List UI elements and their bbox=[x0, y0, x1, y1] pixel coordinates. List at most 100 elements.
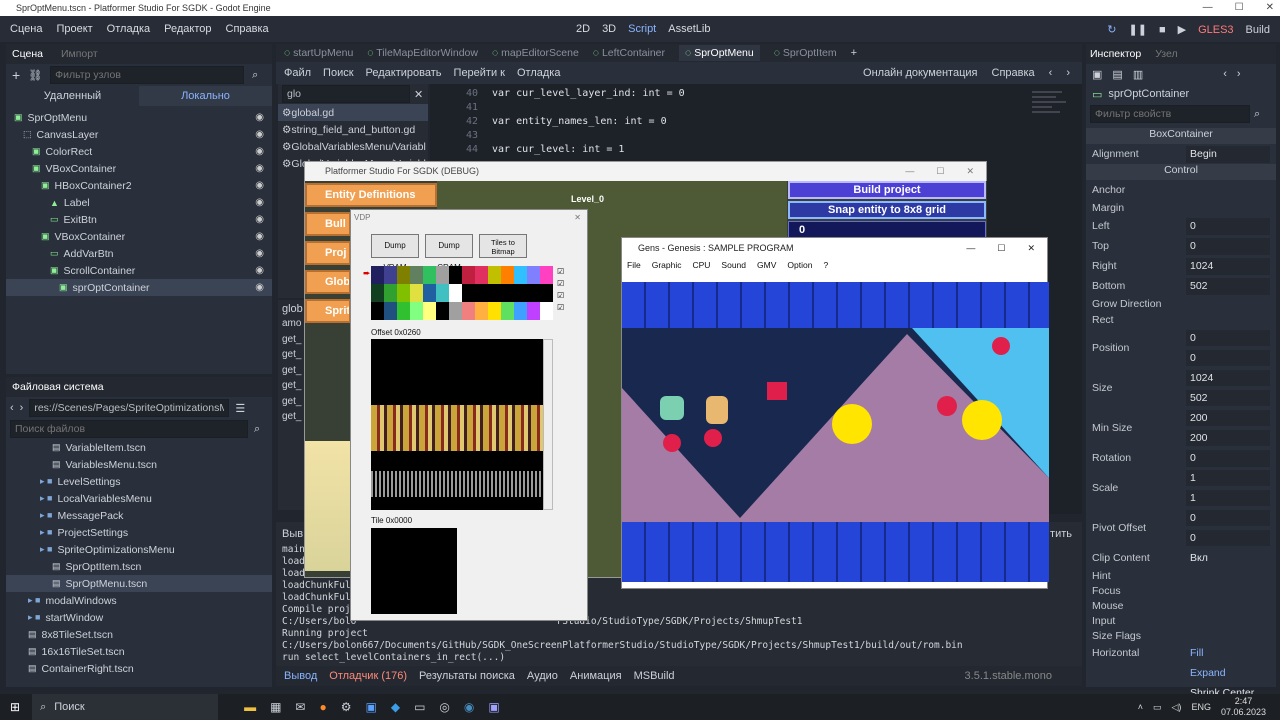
snap-grid-button[interactable]: Snap entity to 8x8 grid bbox=[788, 201, 986, 219]
palette-swatch[interactable] bbox=[449, 266, 462, 284]
palette-swatch[interactable] bbox=[436, 266, 449, 284]
script-filter-input[interactable] bbox=[282, 85, 410, 103]
file-item[interactable]: ▤ ContainerRight.tscn bbox=[6, 660, 272, 677]
palette-checkboxes[interactable]: ☑ ☑ ☑ ☑ bbox=[557, 266, 564, 314]
palette-swatch[interactable] bbox=[540, 302, 553, 320]
palette-swatch[interactable] bbox=[527, 302, 540, 320]
position-y[interactable]: 0 bbox=[1186, 350, 1270, 366]
workspace-assetlib-button[interactable]: AssetLib bbox=[668, 23, 710, 35]
clock[interactable]: 2:47 07.06.2023 bbox=[1221, 696, 1266, 718]
workspace-script-button[interactable]: Script bbox=[628, 23, 656, 35]
scale-x[interactable]: 1 bbox=[1186, 470, 1270, 486]
editor-tab[interactable]: ◌ startUpMenu bbox=[284, 47, 353, 59]
folder-item[interactable]: ▸ ■ modalWindows bbox=[6, 592, 272, 609]
script-file-item[interactable]: ⚙ global.gd bbox=[278, 104, 428, 121]
firefox-icon[interactable]: ● bbox=[319, 700, 326, 714]
palette-swatch[interactable] bbox=[475, 284, 488, 302]
script-menu-item[interactable]: Отладка bbox=[517, 67, 560, 79]
godot-icon[interactable]: ◉ bbox=[464, 700, 474, 714]
palette-swatch[interactable] bbox=[475, 266, 488, 284]
scene-tree-node[interactable]: ▣ sprOptContainer ◉ bbox=[6, 279, 272, 296]
gens-menu-item[interactable]: Option bbox=[787, 260, 812, 270]
input-group[interactable]: Input bbox=[1092, 615, 1115, 627]
palette-swatch[interactable] bbox=[501, 284, 514, 302]
node-filter-input[interactable] bbox=[50, 66, 245, 84]
history-forward-icon[interactable]: › bbox=[1237, 68, 1241, 80]
file-item[interactable]: ▤ 16x16TileSet.tscn bbox=[6, 643, 272, 660]
vscode-icon[interactable]: ◆ bbox=[391, 700, 400, 714]
script-menu-item[interactable]: Редактировать bbox=[366, 67, 442, 79]
palette-swatch[interactable] bbox=[436, 302, 449, 320]
palette-swatch[interactable] bbox=[488, 284, 501, 302]
scene-tree-node[interactable]: ▣ VBoxContainer ◉ bbox=[6, 228, 272, 245]
play-scene-icon[interactable]: ▶ bbox=[1178, 23, 1186, 36]
palette-swatch[interactable] bbox=[384, 302, 397, 320]
folder-item[interactable]: ▸ ■ LevelSettings bbox=[6, 473, 272, 490]
bottom-tab[interactable]: Отладчик (176) bbox=[329, 670, 407, 682]
file-item[interactable]: ▤ SprOptMenu.tscn bbox=[6, 575, 272, 592]
method-item[interactable]: get_ bbox=[278, 334, 306, 350]
file-item[interactable]: ▤ SprOptItem.tscn bbox=[6, 558, 272, 575]
folder-item[interactable]: ▸ ■ LocalVariablesMenu bbox=[6, 490, 272, 507]
bottom-tab[interactable]: Результаты поиска bbox=[419, 670, 515, 682]
editor-tab[interactable]: ◌ SprOptItem bbox=[774, 47, 837, 59]
file-item[interactable]: ▤ VariableItem.tscn bbox=[6, 439, 272, 456]
taskbar-search[interactable]: ⌕ Поиск bbox=[32, 694, 219, 720]
visibility-eye-icon[interactable]: ◉ bbox=[255, 282, 264, 293]
stop-icon[interactable]: ■ bbox=[1159, 24, 1166, 36]
file-item[interactable]: ▤ VariablesMenu.tscn bbox=[6, 456, 272, 473]
palette-swatch[interactable] bbox=[397, 284, 410, 302]
file-search-input[interactable] bbox=[10, 420, 248, 438]
palette-swatch[interactable] bbox=[371, 302, 384, 320]
palette-swatch[interactable] bbox=[423, 266, 436, 284]
palette-swatch[interactable] bbox=[475, 302, 488, 320]
tray-arrow-icon[interactable]: ˄ bbox=[1138, 702, 1143, 712]
script-menu-item[interactable]: Поиск bbox=[323, 67, 353, 79]
min-size-y[interactable]: 200 bbox=[1186, 430, 1270, 446]
palette-swatch[interactable] bbox=[540, 284, 553, 302]
maximize-icon[interactable]: ☐ bbox=[1235, 2, 1244, 13]
method-item[interactable]: get_ bbox=[278, 396, 306, 412]
palette-swatch[interactable] bbox=[384, 284, 397, 302]
grow-direction-group[interactable]: Grow Direction bbox=[1092, 298, 1161, 310]
gens-menu-item[interactable]: Graphic bbox=[652, 260, 682, 270]
palette-swatch[interactable] bbox=[371, 284, 384, 302]
palette-swatch[interactable] bbox=[514, 266, 527, 284]
palette-swatch[interactable] bbox=[410, 266, 423, 284]
visibility-eye-icon[interactable]: ◉ bbox=[255, 214, 264, 225]
method-item[interactable]: get_ bbox=[278, 411, 306, 427]
online-docs-link[interactable]: Онлайн документация bbox=[863, 67, 977, 79]
language-indicator[interactable]: ENG bbox=[1191, 702, 1211, 712]
palette-swatch[interactable] bbox=[449, 302, 462, 320]
gens-menu-item[interactable]: ? bbox=[823, 260, 828, 270]
margin-group[interactable]: Margin bbox=[1092, 202, 1124, 214]
expand-checkbox[interactable]: Expand bbox=[1186, 665, 1270, 682]
scene-tree-node[interactable]: ▣ ScrollContainer ◉ bbox=[6, 262, 272, 279]
method-item[interactable]: get_ bbox=[278, 349, 306, 365]
link-icon[interactable]: ⛓ bbox=[28, 69, 42, 82]
clear-output-button[interactable]: тить bbox=[1050, 528, 1072, 540]
min-size-x[interactable]: 200 bbox=[1186, 410, 1270, 426]
minimize-icon[interactable]: — bbox=[1203, 2, 1213, 13]
terminal-icon[interactable]: ▭ bbox=[414, 700, 425, 714]
file-item[interactable]: ▤ 8x8TileSet.tscn bbox=[6, 626, 272, 643]
visibility-eye-icon[interactable]: ◉ bbox=[255, 197, 264, 208]
focus-group[interactable]: Focus bbox=[1092, 585, 1121, 597]
close-icon[interactable]: ✕ bbox=[1027, 243, 1035, 254]
visibility-eye-icon[interactable]: ◉ bbox=[255, 265, 264, 276]
minimize-icon[interactable]: — bbox=[966, 243, 975, 254]
menu-item[interactable]: Сцена bbox=[10, 23, 42, 35]
palette-swatch[interactable] bbox=[527, 266, 540, 284]
margin-value[interactable]: 1024 bbox=[1186, 257, 1270, 275]
renderer-label[interactable]: GLES3 bbox=[1198, 24, 1233, 36]
menu-item[interactable]: Справка bbox=[226, 23, 269, 35]
workspace-2d-button[interactable]: 2D bbox=[576, 23, 590, 35]
folder-item[interactable]: ▸ ■ startWindow bbox=[6, 609, 272, 626]
size-y[interactable]: 502 bbox=[1186, 390, 1270, 406]
history-back-icon[interactable]: ‹ bbox=[1223, 68, 1227, 80]
bottom-tab[interactable]: MSBuild bbox=[634, 670, 675, 682]
pivot-y[interactable]: 0 bbox=[1186, 530, 1270, 546]
alignment-select[interactable]: Begin bbox=[1186, 145, 1270, 163]
bottom-tab[interactable]: Анимация bbox=[570, 670, 622, 682]
clip-content-checkbox[interactable]: Вкл bbox=[1186, 550, 1270, 567]
